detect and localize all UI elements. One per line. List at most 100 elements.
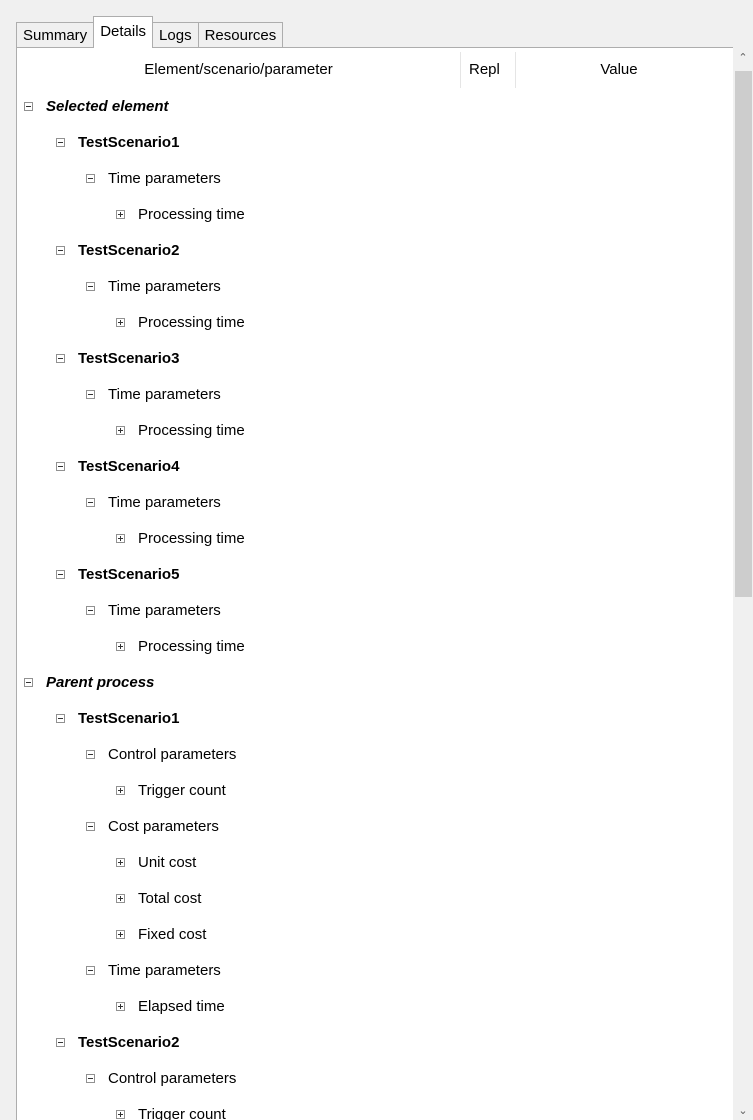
tree-row[interactable]: TestScenario3: [17, 340, 734, 376]
tree-row[interactable]: TestScenario4: [17, 448, 734, 484]
tab-logs[interactable]: Logs: [152, 22, 199, 48]
tree-row[interactable]: Elapsed time: [17, 988, 734, 1024]
expand-icon[interactable]: [116, 929, 125, 939]
expand-icon[interactable]: [116, 785, 125, 795]
tree-row[interactable]: Trigger count: [17, 772, 734, 808]
tree-row[interactable]: TestScenario1: [17, 700, 734, 736]
tab-resources[interactable]: Resources: [197, 22, 284, 48]
expand-icon[interactable]: [116, 641, 125, 651]
collapse-icon[interactable]: [86, 389, 95, 399]
tree-row[interactable]: TestScenario1: [17, 124, 734, 160]
tree-row-label: Control parameters: [108, 745, 237, 763]
tree-row-label: Processing time: [138, 529, 245, 547]
vertical-scrollbar[interactable]: ⌃ ⌄: [733, 47, 753, 1120]
scrollbar-thumb[interactable]: [735, 71, 752, 597]
tree-row-label: Parent process: [46, 673, 155, 691]
tree-row[interactable]: Processing time: [17, 628, 734, 664]
collapse-icon[interactable]: [86, 281, 95, 291]
collapse-icon[interactable]: [56, 1037, 65, 1047]
collapse-icon[interactable]: [24, 101, 33, 111]
tab-summary[interactable]: Summary: [16, 22, 95, 48]
collapse-icon[interactable]: [56, 713, 65, 723]
tree-row-label: Processing time: [138, 313, 245, 331]
column-header-repl[interactable]: Repl: [461, 52, 516, 88]
tree-row-label: TestScenario2: [78, 241, 180, 259]
collapse-icon[interactable]: [86, 749, 95, 759]
column-header: Element/scenario/parameter Repl Value: [17, 52, 734, 88]
tree-row-label: TestScenario1: [78, 133, 180, 151]
tree-row[interactable]: Time parameters: [17, 160, 734, 196]
tree-row[interactable]: Total cost: [17, 880, 734, 916]
tree-row[interactable]: Time parameters: [17, 484, 734, 520]
tree-row[interactable]: Unit cost: [17, 844, 734, 880]
tree-row[interactable]: Time parameters: [17, 376, 734, 412]
collapse-icon[interactable]: [56, 245, 65, 255]
collapse-icon[interactable]: [86, 965, 95, 975]
tree-row[interactable]: Time parameters: [17, 592, 734, 628]
tree-row[interactable]: TestScenario2: [17, 232, 734, 268]
collapse-icon[interactable]: [56, 569, 65, 579]
tree-row[interactable]: Processing time: [17, 412, 734, 448]
tree-row-label: Control parameters: [108, 1069, 237, 1087]
tree-row[interactable]: Time parameters: [17, 268, 734, 304]
tree-row[interactable]: TestScenario5: [17, 556, 734, 592]
tab-details[interactable]: Details: [93, 16, 154, 48]
tree-row[interactable]: Cost parameters: [17, 808, 734, 844]
details-panel: Element/scenario/parameter Repl Value Se…: [16, 47, 753, 1120]
tree-row[interactable]: TestScenario2: [17, 1024, 734, 1060]
tree-row-label: Time parameters: [108, 277, 221, 295]
tree-row-label: Time parameters: [108, 385, 221, 403]
expand-icon[interactable]: [116, 533, 125, 543]
tree-row-label: Processing time: [138, 637, 245, 655]
tree-row-label: Time parameters: [108, 169, 221, 187]
expand-icon[interactable]: [116, 317, 125, 327]
tree-row-label: TestScenario5: [78, 565, 180, 583]
tree-row-label: TestScenario2: [78, 1033, 180, 1051]
tree-row[interactable]: Processing time: [17, 520, 734, 556]
column-header-element[interactable]: Element/scenario/parameter: [17, 52, 461, 88]
tab-strip: Summary Details Logs Resources: [16, 16, 284, 48]
tree-row[interactable]: Trigger count: [17, 1096, 734, 1120]
collapse-icon[interactable]: [86, 821, 95, 831]
tree-row[interactable]: Fixed cost: [17, 916, 734, 952]
tree-row[interactable]: Parent process: [17, 664, 734, 700]
tree-row[interactable]: Selected element: [17, 88, 734, 124]
collapse-icon[interactable]: [86, 497, 95, 507]
tree-row-label: Time parameters: [108, 961, 221, 979]
column-header-value[interactable]: Value: [516, 52, 722, 88]
tree-row-label: Elapsed time: [138, 997, 225, 1015]
tree-row-label: Time parameters: [108, 493, 221, 511]
collapse-icon[interactable]: [56, 353, 65, 363]
collapse-icon[interactable]: [24, 677, 33, 687]
tree-row-label: TestScenario4: [78, 457, 180, 475]
tree-row[interactable]: Processing time: [17, 304, 734, 340]
collapse-icon[interactable]: [86, 605, 95, 615]
tree-row-label: Processing time: [138, 421, 245, 439]
expand-icon[interactable]: [116, 425, 125, 435]
expand-icon[interactable]: [116, 893, 125, 903]
collapse-icon[interactable]: [86, 173, 95, 183]
tree-row[interactable]: Control parameters: [17, 736, 734, 772]
expand-icon[interactable]: [116, 1001, 125, 1011]
tree-row[interactable]: Time parameters: [17, 952, 734, 988]
expand-icon[interactable]: [116, 857, 125, 867]
collapse-icon[interactable]: [56, 461, 65, 471]
tree-row-label: Cost parameters: [108, 817, 219, 835]
collapse-icon[interactable]: [56, 137, 65, 147]
tree-row-label: Trigger count: [138, 1105, 226, 1120]
tree-row[interactable]: Control parameters: [17, 1060, 734, 1096]
expand-icon[interactable]: [116, 1109, 125, 1119]
tree-view: Selected element TestScenario1 Time parame…: [17, 88, 734, 1120]
tree-row-label: Time parameters: [108, 601, 221, 619]
tree-row-label: Selected element: [46, 97, 169, 115]
tree-row-label: Trigger count: [138, 781, 226, 799]
tree-row-label: Fixed cost: [138, 925, 207, 943]
tree-row-label: Processing time: [138, 205, 245, 223]
chevron-up-icon[interactable]: ⌃: [733, 50, 753, 67]
tree-row-label: TestScenario1: [78, 709, 180, 727]
collapse-icon[interactable]: [86, 1073, 95, 1083]
expand-icon[interactable]: [116, 209, 125, 219]
chevron-down-icon[interactable]: ⌄: [733, 1103, 753, 1120]
tree-row[interactable]: Processing time: [17, 196, 734, 232]
tree-row-label: TestScenario3: [78, 349, 180, 367]
